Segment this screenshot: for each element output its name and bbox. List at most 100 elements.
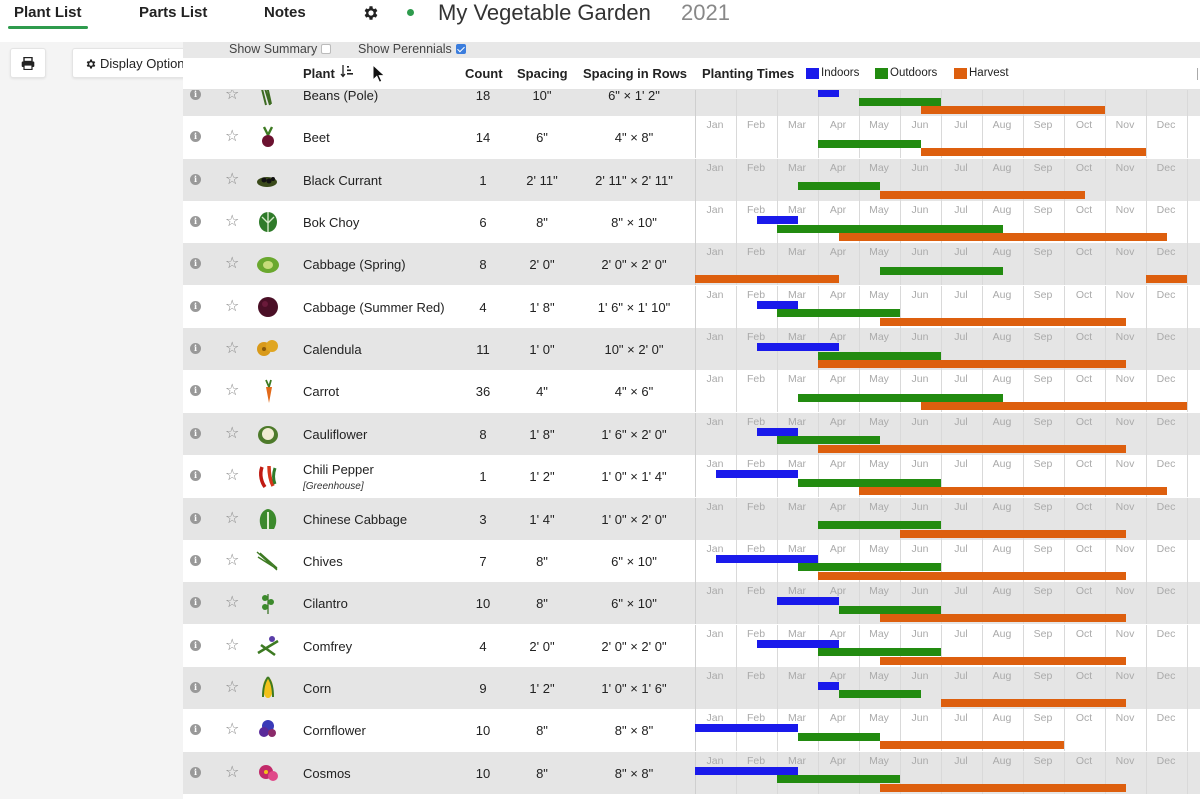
table-row[interactable]: i ☆ Cosmos 10 8" 8" × 8" Jan Feb Mar Apr May Jun Jul… bbox=[183, 751, 1200, 794]
month-label: Mar bbox=[787, 500, 807, 513]
month-label: Jan bbox=[706, 712, 724, 725]
info-icon[interactable]: i bbox=[190, 258, 201, 270]
plant-name[interactable]: Beans (Pole) bbox=[303, 88, 378, 103]
table-row[interactable]: i ☆ Cabbage (Spring) 8 2' 0" 2' 0" × 2' 0" Jan… bbox=[183, 243, 1200, 286]
table-row[interactable]: i ☆ Comfrey 4 2' 0" 2' 0" × 2' 0" Jan Feb Mar Apr… bbox=[183, 624, 1200, 667]
info-icon[interactable]: i bbox=[190, 343, 201, 355]
outdoors-period-bar bbox=[797, 182, 880, 191]
info-icon[interactable]: i bbox=[190, 89, 201, 100]
month-label: Aug bbox=[992, 373, 1012, 386]
star-icon[interactable]: ☆ bbox=[225, 552, 239, 569]
info-icon[interactable]: i bbox=[190, 639, 201, 651]
plant-name[interactable]: Chinese Cabbage bbox=[303, 512, 407, 527]
plant-name[interactable]: Bok Choy bbox=[303, 215, 359, 230]
plant-name[interactable]: Cornflower bbox=[303, 723, 366, 738]
table-row[interactable]: i ☆ Calendula 11 1' 0" 10" × 2' 0" Jan Feb Mar Ap… bbox=[183, 328, 1200, 371]
table-row[interactable]: i ☆ Cilantro 10 8" 6" × 10" Jan Feb Mar Apr May Jun… bbox=[183, 582, 1200, 625]
sort-icon[interactable] bbox=[340, 64, 354, 78]
print-button[interactable] bbox=[10, 48, 46, 78]
info-icon[interactable]: i bbox=[190, 385, 201, 397]
star-icon[interactable]: ☆ bbox=[225, 764, 239, 781]
table-row[interactable]: i ☆ Carrot 36 4" 4" × 6" Jan Feb Mar Apr May Jun Jul… bbox=[183, 370, 1200, 413]
star-icon[interactable]: ☆ bbox=[225, 298, 239, 315]
plant-name[interactable]: Calendula bbox=[303, 342, 362, 357]
spacing-column-header[interactable]: Spacing bbox=[517, 66, 568, 81]
plant-spacing: 1' 0" bbox=[529, 342, 555, 358]
table-row[interactable]: i ☆ Beet 14 6" 4" × 8" Jan Feb Mar Apr May Jun Jul Au… bbox=[183, 116, 1200, 159]
count-column-header[interactable]: Count bbox=[465, 66, 503, 81]
month-label: Oct bbox=[1075, 119, 1093, 132]
plant-name[interactable]: Black Currant bbox=[303, 173, 382, 188]
plant-name[interactable]: Cabbage (Spring) bbox=[303, 257, 406, 272]
star-icon[interactable]: ☆ bbox=[225, 679, 239, 696]
month-label: Aug bbox=[992, 585, 1012, 598]
plant-name[interactable]: Beet bbox=[303, 130, 330, 145]
star-icon[interactable]: ☆ bbox=[225, 425, 239, 442]
info-icon[interactable]: i bbox=[190, 512, 201, 524]
info-icon[interactable]: i bbox=[190, 300, 201, 312]
table-row[interactable]: i ☆ Corn 9 1' 2" 1' 0" × 1' 6" Jan Feb Mar Apr May… bbox=[183, 666, 1200, 709]
star-icon[interactable]: ☆ bbox=[225, 468, 239, 484]
plant-name[interactable]: Chili Pepper bbox=[303, 462, 374, 477]
star-icon[interactable]: ☆ bbox=[225, 595, 239, 611]
plant-name[interactable]: Comfrey bbox=[303, 639, 352, 654]
outdoors-period-bar bbox=[838, 605, 941, 614]
info-icon[interactable]: i bbox=[190, 470, 201, 482]
plant-name[interactable]: Cilantro bbox=[303, 596, 348, 611]
plant-name[interactable]: Cosmos bbox=[303, 766, 351, 781]
star-icon[interactable]: ☆ bbox=[225, 510, 239, 527]
plant-spacing-in-rows: 6" × 1' 2" bbox=[608, 88, 660, 103]
spacing-rows-column-header[interactable]: Spacing in Rows bbox=[583, 66, 687, 81]
table-row[interactable]: i ☆ Chinese Cabbage 3 1' 4" 1' 0" × 2' 0" Jan F… bbox=[183, 497, 1200, 540]
info-icon[interactable]: i bbox=[190, 173, 201, 185]
month-label: Nov bbox=[1115, 712, 1135, 725]
plant-name[interactable]: Cauliflower bbox=[303, 427, 367, 442]
plant-name[interactable]: Corn bbox=[303, 681, 331, 696]
month-label: Feb bbox=[746, 712, 766, 725]
info-icon[interactable]: i bbox=[190, 427, 201, 439]
star-icon[interactable]: ☆ bbox=[225, 637, 239, 654]
display-options-label: Display Options bbox=[100, 56, 192, 71]
plant-name[interactable]: Cabbage (Summer Red) bbox=[303, 300, 445, 315]
star-icon[interactable]: ☆ bbox=[225, 214, 239, 230]
table-row[interactable]: i ☆ Chives 7 8" 6" × 10" Jan Feb Mar Apr May Jun Jul… bbox=[183, 539, 1200, 582]
harvest-period-bar bbox=[859, 487, 1167, 496]
table-row[interactable]: i ☆ Bok Choy 6 8" 8" × 10" Jan Feb Mar Apr May Jun J… bbox=[183, 201, 1200, 244]
table-row[interactable]: i ☆ Cabbage (Summer Red) 4 1' 8" 1' 6" × 1' 1… bbox=[183, 285, 1200, 328]
plant-name[interactable]: Chives bbox=[303, 554, 343, 569]
plant-count: 18 bbox=[475, 88, 491, 103]
info-icon[interactable]: i bbox=[190, 766, 201, 778]
month-label: Dec bbox=[1156, 373, 1176, 386]
star-icon[interactable]: ☆ bbox=[225, 129, 239, 145]
month-label: Jan bbox=[706, 500, 724, 513]
month-label: Dec bbox=[1156, 458, 1176, 471]
star-icon[interactable]: ☆ bbox=[225, 383, 239, 399]
printer-icon bbox=[21, 56, 35, 70]
star-icon[interactable]: ☆ bbox=[225, 722, 239, 738]
star-icon[interactable]: ☆ bbox=[225, 341, 239, 357]
plant-name[interactable]: Carrot bbox=[303, 384, 339, 399]
month-label: May bbox=[869, 542, 889, 555]
info-icon[interactable]: i bbox=[190, 597, 201, 609]
month-label: Oct bbox=[1075, 669, 1093, 682]
star-icon[interactable]: ☆ bbox=[225, 256, 239, 272]
table-row[interactable]: i ☆ Cauliflower 8 1' 8" 1' 6" × 2' 0" Jan Feb Ma… bbox=[183, 412, 1200, 455]
table-row[interactable]: i ☆ Chili Pepper [Greenhouse] 1 1' 2" 1' 0" × … bbox=[183, 455, 1200, 498]
month-label: Sep bbox=[1033, 246, 1053, 259]
info-icon[interactable]: i bbox=[190, 216, 201, 228]
plant-count: 7 bbox=[479, 553, 487, 569]
tab-plant-list[interactable]: Plant List bbox=[14, 4, 82, 21]
table-row[interactable]: i ☆ Black Currant 1 2' 11" 2' 11" × 2' 11" Jan… bbox=[183, 158, 1200, 201]
month-label: Mar bbox=[787, 161, 807, 174]
table-row[interactable]: i ☆ Cornflower 10 8" 8" × 8" Jan Feb Mar Apr May Ju… bbox=[183, 709, 1200, 752]
month-label: Sep bbox=[1033, 754, 1053, 767]
info-icon[interactable]: i bbox=[190, 131, 201, 143]
month-gridline bbox=[1187, 328, 1188, 371]
plant-column-header[interactable]: Plant bbox=[303, 66, 335, 81]
info-icon[interactable]: i bbox=[190, 681, 201, 693]
star-icon[interactable]: ☆ bbox=[225, 171, 239, 188]
info-icon[interactable]: i bbox=[190, 724, 201, 736]
month-label: May bbox=[869, 119, 889, 132]
month-label: Jun bbox=[911, 712, 929, 725]
info-icon[interactable]: i bbox=[190, 554, 201, 566]
